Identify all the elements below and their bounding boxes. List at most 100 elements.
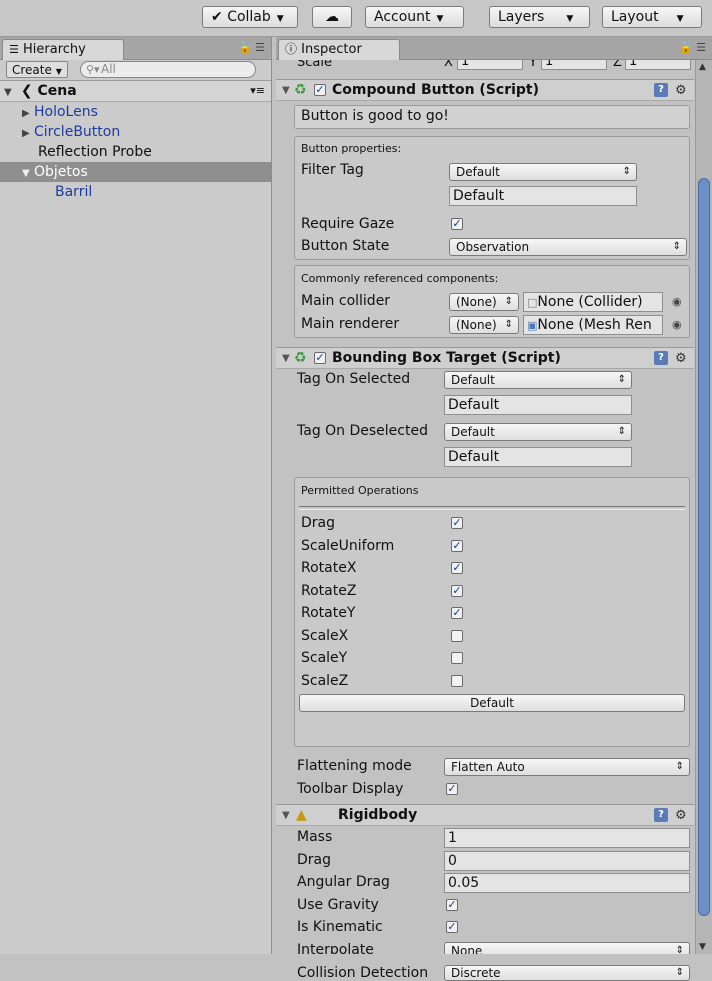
flattening-mode-dropdown[interactable]: Flatten Auto ⇕ — [444, 758, 690, 776]
main-renderer-label: Main renderer — [301, 316, 400, 332]
layout-dropdown[interactable]: Layout ▼ — [602, 6, 702, 28]
scroll-up-icon[interactable]: ▲ — [699, 62, 706, 72]
panel-menu-icon[interactable]: 🔒 ☰ — [679, 41, 706, 54]
gear-icon[interactable]: ⚙ — [675, 80, 687, 101]
cloud-button[interactable]: ☁ — [312, 6, 352, 28]
help-icon[interactable]: ? — [654, 808, 668, 822]
require-gaze-checkbox[interactable]: ✓ — [451, 218, 463, 230]
updown-arrow-icon: ⇕ — [675, 967, 684, 978]
layers-dropdown[interactable]: Layers ▼ — [489, 6, 590, 28]
collab-label: Collab — [227, 9, 271, 25]
interpolate-dropdown[interactable]: None ⇕ — [444, 942, 690, 954]
bounding-box-enabled-checkbox[interactable]: ✓ — [314, 352, 326, 364]
tab-hierarchy[interactable]: ☰ Hierarchy — [2, 39, 124, 60]
hierarchy-search-input[interactable]: ⚲▾ All — [80, 61, 256, 78]
button-state-label: Button State — [301, 238, 390, 254]
op-scalez-checkbox[interactable] — [451, 675, 463, 687]
create-button[interactable]: Create ▼ — [6, 61, 68, 78]
mass-field[interactable]: 1 — [444, 828, 690, 848]
scale-y-field[interactable]: 1 — [541, 60, 607, 70]
updown-arrow-icon: ⇕ — [504, 319, 513, 330]
is-kinematic-checkbox[interactable]: ✓ — [446, 921, 458, 933]
permitted-operations-heading: Permitted Operations — [301, 484, 419, 497]
collab-button[interactable]: ✔︎ Collab ▼ — [202, 6, 298, 28]
updown-arrow-icon: ⇕ — [675, 761, 684, 772]
filter-tag-value: Default — [456, 165, 500, 179]
op-rotatex-checkbox[interactable]: ✓ — [451, 562, 463, 574]
tag-on-deselected-field[interactable]: Default — [444, 447, 632, 467]
button-properties-group: Button properties: Filter Tag Default ⇕ D… — [294, 136, 690, 260]
button-state-value: Observation — [456, 240, 530, 254]
use-gravity-label: Use Gravity — [297, 897, 379, 913]
updown-arrow-icon: ⇕ — [675, 945, 684, 954]
op-rotatez-checkbox[interactable]: ✓ — [451, 585, 463, 597]
hierarchy-item-hololens[interactable]: ▶ HoloLens — [0, 102, 271, 122]
bounding-box-header[interactable]: ▼ ♻ ✓ Bounding Box Target (Script) ? ⚙ — [276, 347, 694, 369]
account-dropdown[interactable]: Account ▼ — [365, 6, 464, 28]
chevron-down-icon: ▼ — [276, 14, 284, 24]
help-icon[interactable]: ? — [654, 83, 668, 97]
scroll-down-icon[interactable]: ▼ — [699, 942, 706, 952]
scale-x-field[interactable]: 1 — [457, 60, 523, 70]
fold-open-icon[interactable]: ▼ — [282, 348, 290, 369]
default-button[interactable]: Default — [299, 694, 685, 712]
panel-menu-icon[interactable]: 🔒 ☰ — [238, 41, 265, 54]
collision-detection-dropdown[interactable]: Discrete ⇕ — [444, 965, 690, 981]
main-collider-type-dropdown[interactable]: (None) ⇕ — [449, 293, 519, 311]
tag-on-selected-field[interactable]: Default — [444, 395, 632, 415]
mass-label: Mass — [297, 829, 333, 845]
rigidbody-header[interactable]: ▼ ▲ Rigidbody ? ⚙ — [276, 804, 694, 826]
main-renderer-field[interactable]: ▣None (Mesh Ren — [523, 315, 663, 335]
hierarchy-item-barril[interactable]: Barril — [0, 182, 271, 202]
angular-drag-field[interactable]: 0.05 — [444, 873, 690, 893]
help-icon[interactable]: ? — [654, 351, 668, 365]
fold-open-icon[interactable]: ▼ — [282, 80, 290, 101]
main-renderer-type-dropdown[interactable]: (None) ⇕ — [449, 316, 519, 334]
gear-icon[interactable]: ⚙ — [675, 805, 687, 826]
chevron-down-icon: ▼ — [566, 14, 574, 24]
script-icon: ♻ — [294, 82, 307, 98]
gear-icon[interactable]: ⚙ — [675, 348, 687, 369]
main-collider-field[interactable]: □None (Collider) — [523, 292, 663, 312]
compound-button-title: Compound Button (Script) — [332, 82, 540, 98]
search-icon: ⚲▾ — [86, 63, 100, 76]
op-scaley-label: ScaleY — [301, 650, 348, 666]
drag-field[interactable]: 0 — [444, 851, 690, 871]
scene-root-row[interactable]: ▼ ❮ Cena ▾≡ — [0, 81, 271, 102]
object-picker-icon[interactable]: ◉ — [672, 295, 682, 308]
button-properties-heading: Button properties: — [301, 142, 402, 155]
op-rotatey-checkbox[interactable]: ✓ — [451, 607, 463, 619]
compound-button-header[interactable]: ▼ ♻ ✓ Compound Button (Script) ? ⚙ — [276, 79, 694, 101]
fold-open-icon[interactable]: ▼ — [4, 83, 16, 103]
op-scaleuniform-checkbox[interactable]: ✓ — [451, 540, 463, 552]
hierarchy-item-objetos[interactable]: ▼ Objetos — [0, 162, 271, 182]
main-collider-type: (None) — [456, 295, 497, 309]
scale-z-field[interactable]: 1 — [625, 60, 691, 70]
object-picker-icon[interactable]: ◉ — [672, 318, 682, 331]
tag-on-selected-dropdown[interactable]: Default ⇕ — [444, 371, 632, 389]
toolbar-display-checkbox[interactable]: ✓ — [446, 783, 458, 795]
scene-menu-icon[interactable]: ▾≡ — [250, 81, 265, 101]
button-state-dropdown[interactable]: Observation ⇕ — [449, 238, 687, 256]
op-scaley-checkbox[interactable] — [451, 652, 463, 664]
op-scalex-checkbox[interactable] — [451, 630, 463, 642]
drag-label: Drag — [297, 852, 332, 868]
fold-open-icon[interactable]: ▼ — [22, 164, 34, 184]
tag-on-deselected-dropdown[interactable]: Default ⇕ — [444, 423, 632, 441]
filter-tag-dropdown[interactable]: Default ⇕ — [449, 163, 637, 181]
tag-on-deselected-label: Tag On Deselected — [297, 423, 428, 439]
filter-tag-field[interactable]: Default — [449, 186, 637, 206]
compound-button-enabled-checkbox[interactable]: ✓ — [314, 84, 326, 96]
fold-closed-icon[interactable]: ▶ — [22, 104, 34, 124]
fold-closed-icon[interactable]: ▶ — [22, 124, 34, 144]
main-collider-value: None (Collider) — [537, 294, 643, 310]
inspector-scrollbar[interactable]: ▲ ▼ — [695, 60, 712, 954]
fold-open-icon[interactable]: ▼ — [282, 805, 290, 826]
op-drag-checkbox[interactable]: ✓ — [451, 517, 463, 529]
use-gravity-checkbox[interactable]: ✓ — [446, 899, 458, 911]
hierarchy-item-circlebutton[interactable]: ▶ CircleButton — [0, 122, 271, 142]
search-placeholder: All — [101, 62, 116, 76]
scrollbar-thumb[interactable] — [698, 178, 710, 916]
hierarchy-item-reflection-probe[interactable]: Reflection Probe — [0, 142, 271, 162]
tab-inspector[interactable]: ⓘ Inspector — [278, 39, 400, 60]
